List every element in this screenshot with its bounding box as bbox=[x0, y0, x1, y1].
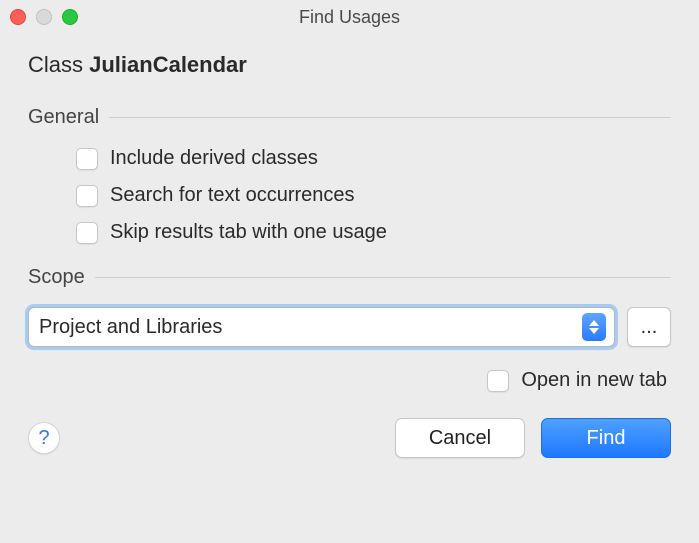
open-new-tab-checkbox[interactable] bbox=[487, 370, 509, 392]
target-class-name: JulianCalendar bbox=[89, 52, 247, 77]
cancel-button[interactable]: Cancel bbox=[395, 418, 525, 458]
help-button[interactable]: ? bbox=[28, 422, 60, 454]
skip-results-label: Skip results tab with one usage bbox=[110, 221, 387, 244]
scope-section-title: Scope bbox=[28, 266, 85, 289]
scope-combobox[interactable]: Project and Libraries bbox=[28, 307, 615, 347]
search-text-row[interactable]: Search for text occurrences bbox=[76, 184, 671, 207]
find-button[interactable]: Find bbox=[541, 418, 671, 458]
skip-results-checkbox[interactable] bbox=[76, 222, 98, 244]
general-section: General Include derived classes Search f… bbox=[28, 106, 671, 244]
include-derived-label: Include derived classes bbox=[110, 147, 318, 170]
divider bbox=[109, 117, 671, 118]
updown-icon bbox=[582, 313, 606, 341]
general-section-header: General bbox=[28, 106, 671, 129]
scope-row: Project and Libraries ... bbox=[28, 307, 671, 347]
general-options: Include derived classes Search for text … bbox=[28, 147, 671, 244]
window-title: Find Usages bbox=[0, 7, 699, 28]
target-label: Class JulianCalendar bbox=[28, 52, 671, 78]
search-text-label: Search for text occurrences bbox=[110, 184, 355, 207]
include-derived-row[interactable]: Include derived classes bbox=[76, 147, 671, 170]
scope-combobox-value: Project and Libraries bbox=[39, 316, 582, 339]
help-icon: ? bbox=[38, 427, 49, 450]
target-prefix: Class bbox=[28, 52, 89, 77]
ellipsis-icon: ... bbox=[641, 316, 658, 339]
skip-results-row[interactable]: Skip results tab with one usage bbox=[76, 221, 671, 244]
traffic-lights bbox=[10, 9, 78, 25]
dialog-content: Class JulianCalendar General Include der… bbox=[0, 34, 699, 404]
cancel-button-label: Cancel bbox=[429, 427, 491, 450]
zoom-window-button[interactable] bbox=[62, 9, 78, 25]
search-text-checkbox[interactable] bbox=[76, 185, 98, 207]
scope-section-header: Scope bbox=[28, 266, 671, 289]
include-derived-checkbox[interactable] bbox=[76, 148, 98, 170]
titlebar: Find Usages bbox=[0, 0, 699, 34]
scope-browse-button[interactable]: ... bbox=[627, 307, 671, 347]
dialog-footer: ? Cancel Find bbox=[0, 418, 699, 458]
scope-section: Scope Project and Libraries ... bbox=[28, 266, 671, 347]
minimize-window-button bbox=[36, 9, 52, 25]
close-window-button[interactable] bbox=[10, 9, 26, 25]
find-button-label: Find bbox=[587, 427, 626, 450]
divider bbox=[95, 277, 671, 278]
open-new-tab-label: Open in new tab bbox=[521, 369, 667, 392]
open-new-tab-row[interactable]: Open in new tab bbox=[28, 369, 671, 392]
general-section-title: General bbox=[28, 106, 99, 129]
